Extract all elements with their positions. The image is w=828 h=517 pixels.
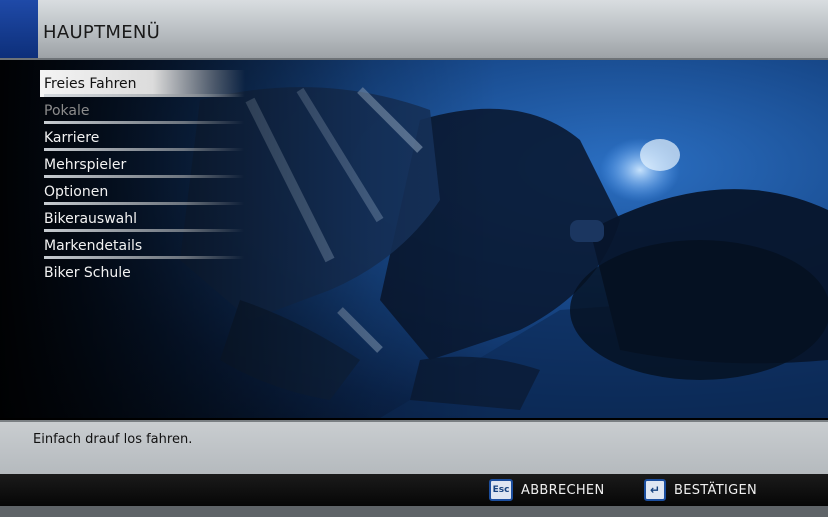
cancel-button[interactable]: Esc ABBRECHEN bbox=[489, 479, 604, 501]
item-description: Einfach drauf los fahren. bbox=[33, 432, 193, 447]
menu-item-label: Karriere bbox=[44, 130, 100, 146]
page-title: HAUPTMENÜ bbox=[43, 22, 161, 43]
menu-item-label: Freies Fahren bbox=[44, 76, 137, 92]
menu-item-freies-fahren[interactable]: Freies Fahren bbox=[40, 70, 245, 97]
header-accent-block bbox=[0, 0, 38, 58]
cancel-label: ABBRECHEN bbox=[521, 482, 605, 498]
menu-item-label: Bikerauswahl bbox=[44, 211, 138, 227]
header-bar: HAUPTMENÜ bbox=[0, 0, 828, 60]
menu-item-label: Pokale bbox=[44, 103, 90, 119]
menu-item-markendetails[interactable]: Markendetails bbox=[40, 232, 245, 259]
menu-item-label: Mehrspieler bbox=[44, 157, 127, 173]
menu-item-label: Markendetails bbox=[44, 238, 143, 254]
menu-item-bikerauswahl[interactable]: Bikerauswahl bbox=[40, 205, 245, 232]
menu-item-label: Biker Schule bbox=[44, 265, 131, 281]
menu-item-label: Optionen bbox=[44, 184, 109, 200]
menu-item-pokale[interactable]: Pokale bbox=[40, 97, 245, 124]
menu-item-optionen[interactable]: Optionen bbox=[40, 178, 245, 205]
menu-item-mehrspieler[interactable]: Mehrspieler bbox=[40, 151, 245, 178]
esc-key-icon: Esc bbox=[489, 479, 513, 501]
main-menu: Freies Fahren Pokale Karriere Mehrspiele… bbox=[40, 70, 260, 286]
confirm-label: BESTÄTIGEN bbox=[674, 482, 757, 498]
footer-bottom-strip bbox=[0, 506, 828, 517]
footer-bar: Esc ABBRECHEN ↵ BESTÄTIGEN bbox=[0, 474, 828, 506]
menu-item-karriere[interactable]: Karriere bbox=[40, 124, 245, 151]
confirm-button[interactable]: ↵ BESTÄTIGEN bbox=[644, 479, 757, 501]
enter-key-icon: ↵ bbox=[644, 479, 666, 501]
description-bar: Einfach drauf los fahren. bbox=[0, 420, 828, 474]
menu-item-biker-schule[interactable]: Biker Schule bbox=[40, 259, 245, 286]
